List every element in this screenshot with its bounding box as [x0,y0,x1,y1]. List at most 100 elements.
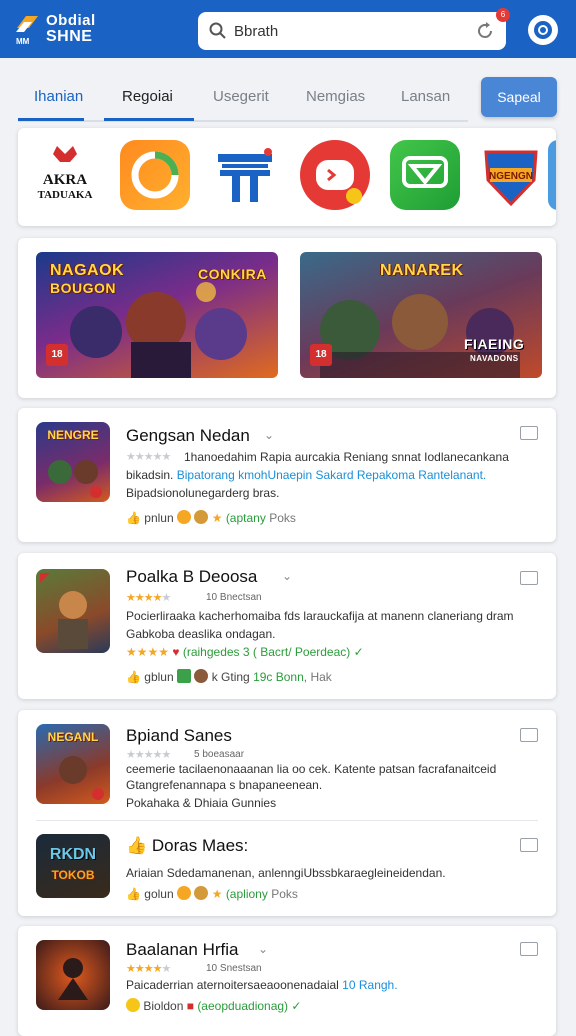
banner-right-title1: NANAREK [380,262,464,279]
thumbs-up-icon[interactable]: 👍 [126,887,141,901]
chevron-down-icon[interactable]: ⌄ [282,569,292,583]
banner-left[interactable]: NAGAOK BOUGON CONKIRA 18 [36,252,278,378]
star-icon: ★ [211,511,223,525]
game-description-line3[interactable]: Bipadsionolunegarderg bras. [126,484,536,502]
special-button[interactable]: Sapeal [481,77,557,117]
external-link-icon[interactable] [520,838,538,852]
thumb-title: RKDN [49,846,97,863]
game-title[interactable]: Gengsan Nedan [126,426,250,446]
meta-tag: Poks [271,887,298,901]
emoji-icon [177,886,192,900]
notification-badge: 6 [496,8,510,22]
game-thumbnail-doras[interactable]: RKDN TOKOB [36,834,110,898]
tab-nemgias[interactable]: Nemgias [306,88,365,105]
banner-carousel: NAGAOK BOUGON CONKIRA 18 NANAREK FIAEING… [18,238,556,398]
external-link-icon[interactable] [520,728,538,742]
banner-left-title3: CONKIRA [198,266,267,282]
meta-users: golun [144,887,174,901]
ring-icon [131,151,179,199]
external-link-icon[interactable] [520,426,538,440]
desc-link-a[interactable]: Bipatorang kmohUnaepin Sakard [177,468,354,482]
top-bar: Obdial SHNE MM 6 [0,0,576,58]
banner-left-title1: NAGAOK [50,262,125,279]
download-icon [177,669,192,683]
game-description-line3[interactable]: Pokahaka & Dhiaia Gunnies [126,794,536,812]
game-description-line1: Ariaian Sdedamanenan, anlenngiUbssbkarae… [126,866,446,880]
game-title[interactable]: Bpiand Sanes [126,726,232,746]
external-link-icon[interactable] [520,942,538,956]
active-tab-underline [18,118,84,121]
chevron-down-icon[interactable]: ⌄ [264,428,274,442]
rating-stars: ★★★★★ [126,451,171,463]
app-icon-akra[interactable]: AKRA TADUAKA [30,140,100,210]
emoji-icon [126,998,140,1012]
game-description-line2: bikadsin. Bipatorang kmohUnaepin Sakard … [126,466,536,484]
chevron-down-icon[interactable]: ⌄ [258,942,268,956]
meta-users: Bioldon [143,999,184,1013]
app-icon-partial[interactable] [548,140,556,210]
app-icon-orange[interactable] [120,140,190,210]
gift-icon: ■ [186,999,194,1013]
rating-stars: ★★★★★ [126,592,171,604]
game-thumbnail[interactable] [36,940,110,1010]
meta-status: (aptany [225,511,266,525]
thumbs-up-icon: 👍 [126,836,152,855]
app-icon-red[interactable] [300,140,370,210]
thumbs-up-icon[interactable]: 👍 [126,511,141,525]
meta-users: pnlun [144,511,174,525]
meta-tags[interactable]: (raihgedes 3 ( Bacrt/ Poerdeac) [183,645,350,659]
game-card-baalanan[interactable]: Baalanan Hrfia ⌄ ★★★★★ 10 Snestsan Paica… [18,926,556,1036]
app-icon-shield[interactable]: NGENGN [476,140,546,210]
temple-icon [218,148,272,202]
tab-lansan[interactable]: Lansan [401,88,450,105]
meta-tag: Hak [310,670,332,684]
desc-link-b[interactable]: Repakoma Rantelanant. [357,468,486,482]
chat-bubble-icon [316,160,362,204]
thumb-art [59,756,104,800]
akra-line1: AKRA [43,172,87,188]
meta-status: (aeopduadionag) [197,999,289,1013]
tab-regoiai[interactable]: Regoiai [122,88,173,105]
age-rating-badge: 18 [310,344,332,366]
check-icon: ✓ [353,645,364,659]
game-description-line1: 1hanoedahim Rapia aurcakia Reniang snnat… [184,450,509,464]
external-link-icon[interactable] [520,571,538,585]
search-input[interactable] [234,18,454,44]
banner-left-title2: BOUGON [50,280,116,296]
gear-icon[interactable] [526,13,560,47]
search-bar[interactable]: 6 [198,8,510,50]
desc-part-a: Paicaderrian aternoitersaeaoonenadaial [126,978,339,992]
rating-count: 5 boeasaar [194,749,245,760]
logo-text-small: MM [16,37,30,46]
game-title[interactable]: Poalka B Deoosa [126,567,257,587]
rating-count: 10 Snestsan [206,963,262,974]
game-thumbnail[interactable]: NEGANL [36,724,110,804]
rating-count: 10 Bnectsan [206,592,262,603]
category-tabs: Ihanian Regoiai Usegerit Nemgias Lansan [18,72,468,122]
tab-ihanian[interactable]: Ihanian [34,88,83,105]
thumb-art [58,958,88,1000]
thumbs-up-icon[interactable]: 👍 [126,670,141,684]
game-meta-row: 👍 golun ★ (apliony Poks [126,886,298,901]
game-thumbnail[interactable] [36,569,110,653]
refresh-icon[interactable] [474,20,496,42]
banner-right[interactable]: NANAREK FIAEING NAVADONS 18 [300,252,542,378]
game-card-gengsan[interactable]: NENGRE Gengsan Nedan ⌄ ★★★★★ 1hanoedahim… [18,408,556,542]
featured-icons-row: AKRA TADUAKA NGENGN [18,128,556,226]
game-title[interactable]: Baalanan Hrfia [126,940,238,960]
game-card-bpiand[interactable]: NEGANL Bpiand Sanes ★★★★★ 5 boeasaar cee… [18,710,556,916]
app-logo[interactable]: Obdial SHNE MM [14,10,104,50]
rating-stars: ★★★★★ [126,963,171,975]
app-icon-temple[interactable] [210,140,280,210]
app-icon-green[interactable] [390,140,460,210]
game-title-doras[interactable]: 👍 Doras Maes: [126,836,248,856]
game-card-poalka[interactable]: Poalka B Deoosa ⌄ ★★★★★ 10 Bnectsan Poci… [18,553,556,699]
game-description-line2: Gtangrefenannapa s bnapaneenean. [126,778,323,792]
game-meta-row: Bioldon ■ (aeopduadionag) ✓ [126,998,301,1013]
game-meta-row: 👍 pnlun ★ (aptany Poks [126,510,296,525]
tab-usegerit[interactable]: Usegerit [213,88,269,105]
desc-link[interactable]: 10 Rangh. [342,978,397,992]
akra-line2: TADUAKA [38,189,93,201]
banner-right-title2: FIAEING [464,336,525,352]
game-thumbnail[interactable]: NENGRE [36,422,110,502]
